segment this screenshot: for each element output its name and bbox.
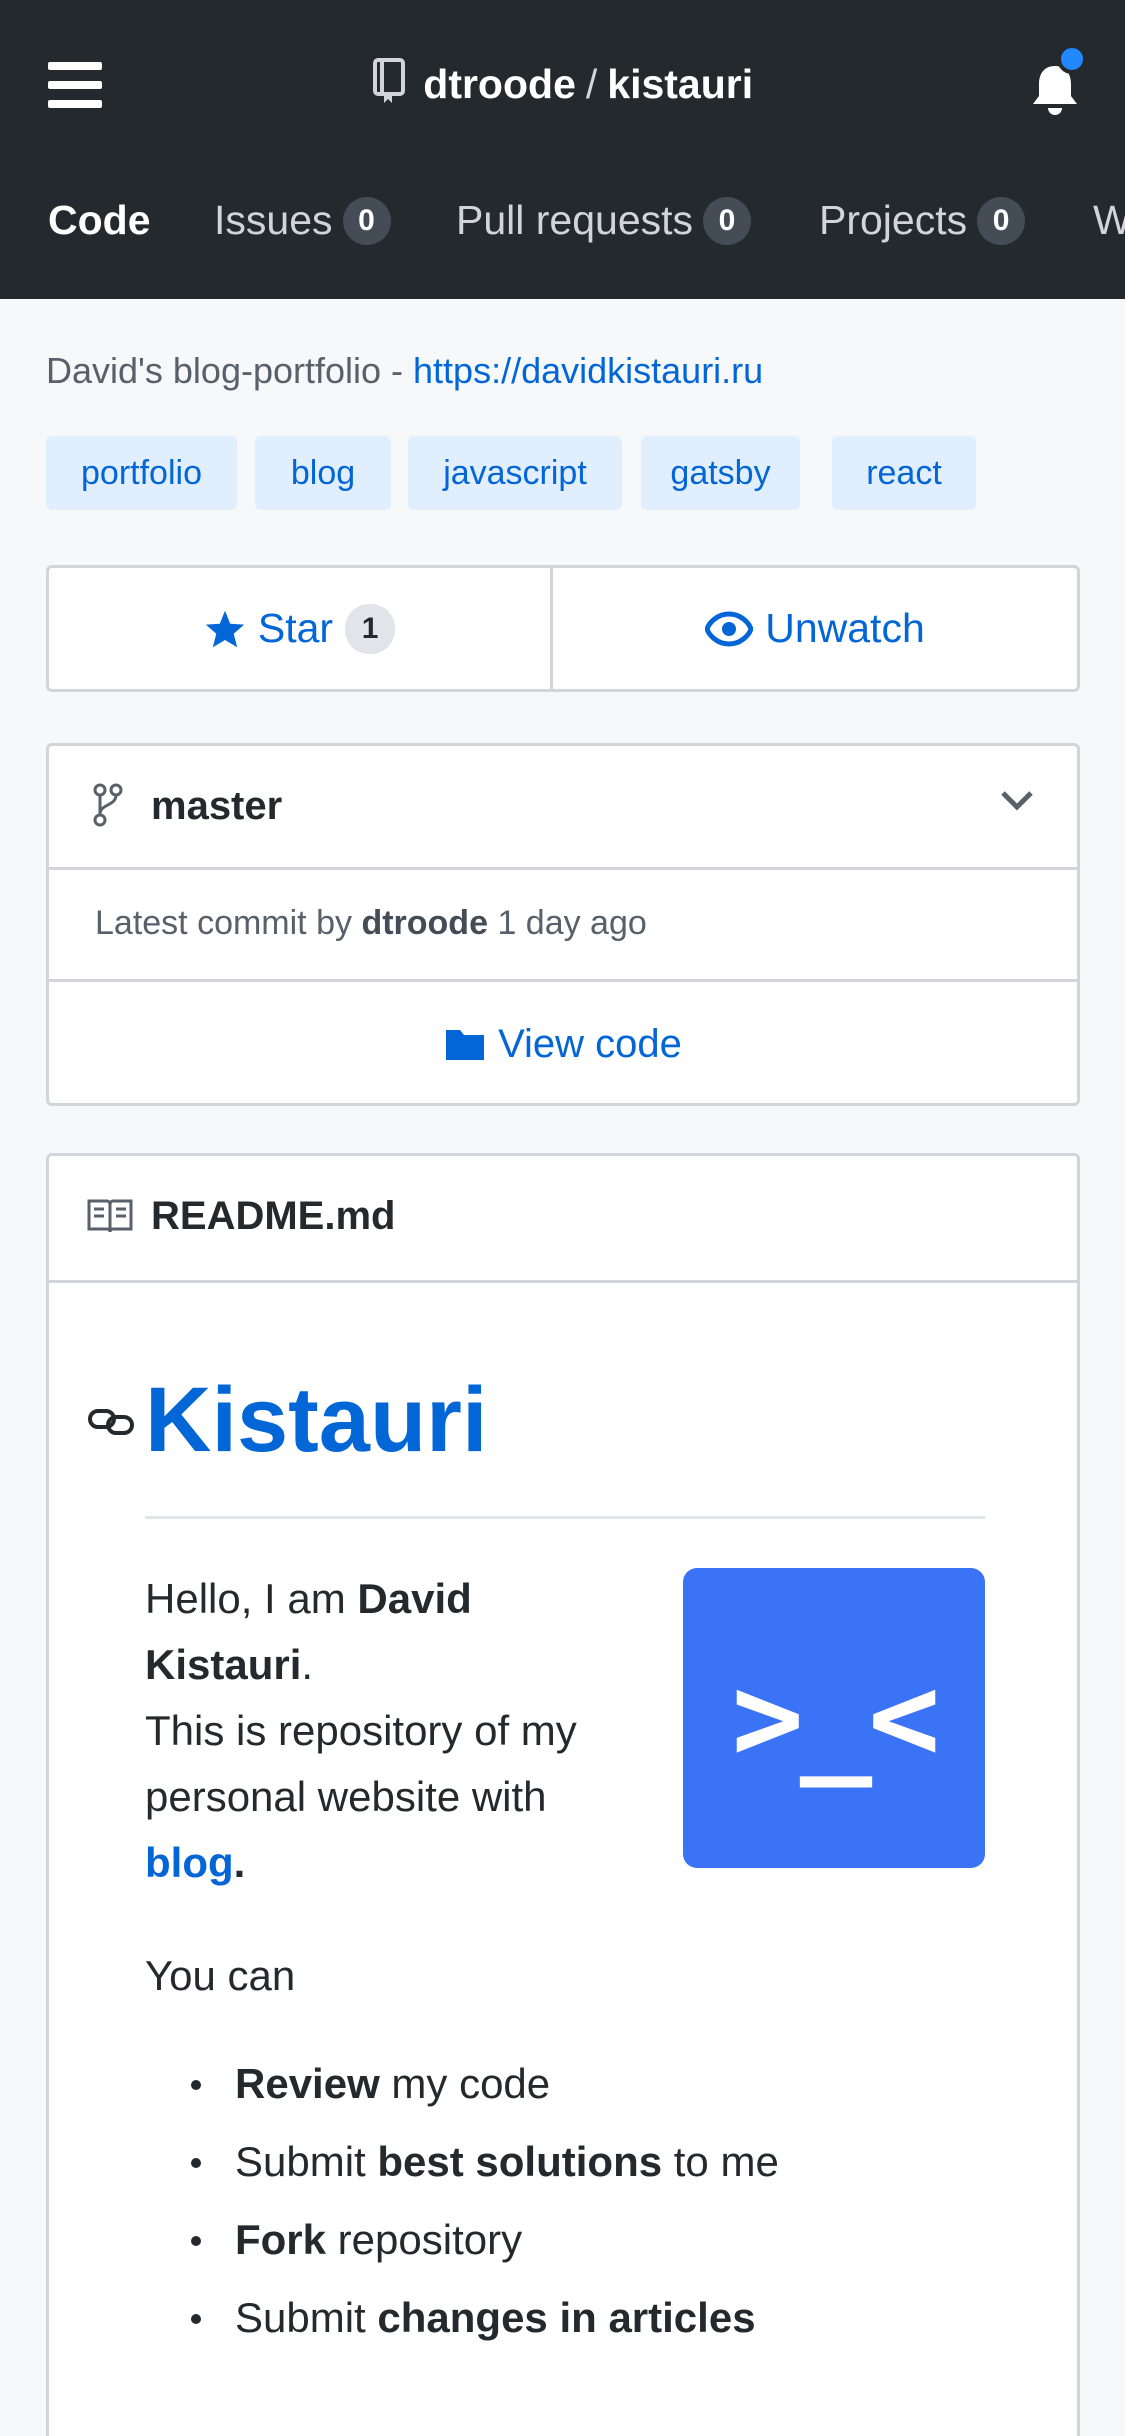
- repo-separator: /: [585, 61, 598, 107]
- blog-link[interactable]: blog: [145, 1839, 234, 1886]
- issues-count: 0: [342, 197, 391, 245]
- branch-name: master: [151, 784, 283, 828]
- tab-code[interactable]: Code: [48, 190, 151, 250]
- ability-list: Review my code Submit best solutions to …: [145, 2056, 779, 2368]
- unwatch-button[interactable]: Unwatch: [550, 568, 1077, 689]
- readme-intro: Hello, I am David Kistauri. This is repos…: [145, 1575, 577, 1886]
- topic-tag[interactable]: react: [832, 436, 976, 510]
- repo-icon: [372, 58, 405, 103]
- repo-owner-link[interactable]: dtroode: [423, 61, 576, 107]
- pull-requests-count: 0: [703, 197, 752, 245]
- branch-selector[interactable]: master: [49, 746, 1077, 870]
- topic-tag[interactable]: gatsby: [641, 436, 800, 510]
- repo-title: dtroode / kistauri: [0, 58, 1125, 108]
- notification-indicator: [1057, 44, 1087, 74]
- topic-tag[interactable]: blog: [255, 436, 391, 510]
- eye-icon: [705, 610, 754, 647]
- readme-header: README.md: [49, 1156, 1077, 1283]
- branch-panel: master Latest commit by dtroode 1 day ag…: [46, 743, 1080, 1106]
- chevron-down-icon: [1001, 791, 1033, 811]
- star-count: 1: [345, 603, 396, 654]
- app-header: dtroode / kistauri Code Issues 0 Pull reque…: [0, 0, 1125, 299]
- list-item: Fork repository: [145, 2212, 779, 2290]
- latest-commit: Latest commit by dtroode 1 day ago: [49, 870, 1077, 982]
- list-item: Submit changes in articles: [145, 2290, 779, 2368]
- view-code-button[interactable]: View code: [49, 982, 1077, 1106]
- readme-filename: README.md: [151, 1194, 396, 1238]
- site-logo-image: >_<: [683, 1568, 985, 1868]
- star-label: Star: [257, 605, 334, 651]
- commit-time: 1 day ago: [497, 904, 647, 942]
- readme-panel: README.md Kistauri Hello, I am David Kis…: [46, 1153, 1080, 2436]
- you-can-text: You can: [145, 1952, 296, 1999]
- website-link[interactable]: https://davidkistauri.ru: [413, 350, 763, 391]
- branch-icon: [93, 783, 123, 827]
- repo-name-link[interactable]: kistauri: [607, 61, 753, 107]
- unwatch-label: Unwatch: [765, 605, 925, 651]
- tab-projects[interactable]: Projects 0: [819, 190, 1026, 250]
- heading-divider: [145, 1516, 985, 1519]
- topic-tag[interactable]: javascript: [408, 436, 622, 510]
- readme-heading: Kistauri: [145, 1369, 488, 1471]
- projects-count: 0: [977, 197, 1026, 245]
- list-item: Review my code: [145, 2056, 779, 2134]
- list-item: Submit best solutions to me: [145, 2134, 779, 2212]
- tab-pull-requests[interactable]: Pull requests 0: [456, 190, 752, 250]
- star-button[interactable]: Star 1: [49, 568, 550, 689]
- repo-description: David's blog-portfolio - https://davidki…: [46, 350, 764, 391]
- book-icon: [87, 1199, 133, 1233]
- star-icon: [205, 610, 245, 647]
- link-icon[interactable]: [87, 1406, 135, 1438]
- tab-wiki-partial[interactable]: W: [1093, 190, 1125, 250]
- commit-author[interactable]: dtroode: [361, 904, 488, 942]
- tab-issues[interactable]: Issues 0: [214, 190, 391, 250]
- topic-tag[interactable]: portfolio: [46, 436, 237, 510]
- folder-icon: [446, 1030, 485, 1060]
- repo-actions: Star 1 Unwatch: [46, 565, 1080, 692]
